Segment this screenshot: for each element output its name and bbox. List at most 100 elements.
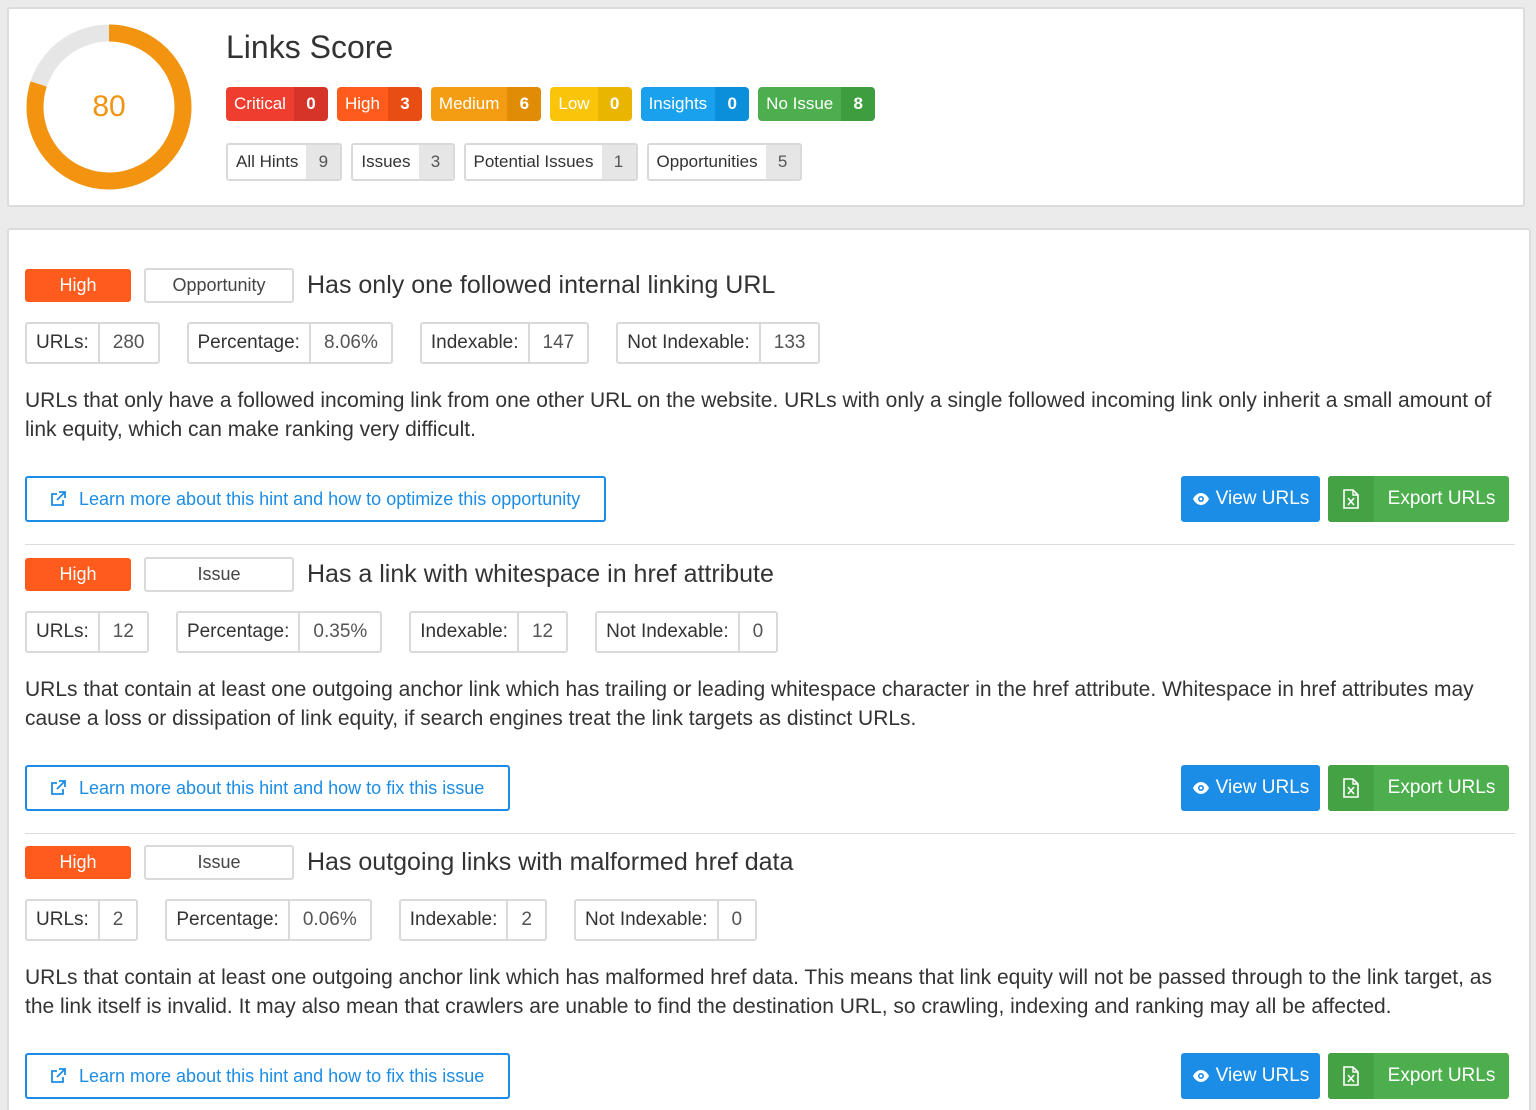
stat-indexable: Indexable: 2 bbox=[398, 899, 547, 941]
stat-label: Indexable: bbox=[422, 324, 530, 362]
learn-more-link[interactable]: Learn more about this hint and how to op… bbox=[25, 476, 607, 522]
hint-title: Has only one followed internal linking U… bbox=[307, 270, 776, 299]
filter-potential-issues[interactable]: Potential Issues 1 bbox=[463, 143, 638, 181]
filter-count: 5 bbox=[765, 145, 800, 179]
stat-label: Percentage: bbox=[167, 901, 290, 939]
filter-count: 3 bbox=[418, 145, 453, 179]
severity-label: Critical bbox=[226, 87, 294, 121]
severity-label: No Issue bbox=[758, 87, 842, 121]
view-urls-label: View URLs bbox=[1215, 488, 1310, 509]
filter-opportunities[interactable]: Opportunities 5 bbox=[646, 143, 802, 181]
external-link-icon bbox=[49, 779, 67, 797]
stat-value: 12 bbox=[112, 621, 134, 642]
priority-badge: High bbox=[25, 268, 131, 302]
stat-not-indexable: Not Indexable: 0 bbox=[573, 899, 758, 941]
hints-panel: High Opportunity Has only one followed i… bbox=[7, 228, 1531, 1110]
priority-badge: High bbox=[25, 845, 131, 879]
hint-title: Has outgoing links with malformed href d… bbox=[307, 847, 794, 876]
view-urls-button[interactable]: View URLs bbox=[1181, 476, 1320, 522]
stat-value: 0 bbox=[731, 909, 743, 930]
view-urls-label: View URLs bbox=[1215, 777, 1310, 798]
stat-label: Indexable: bbox=[401, 901, 509, 939]
stat-percentage: Percentage: 8.06% bbox=[186, 322, 393, 364]
stat-urls: URLs: 2 bbox=[25, 899, 139, 941]
stat-percentage: Percentage: 0.35% bbox=[175, 611, 383, 653]
stat-label: Indexable: bbox=[411, 613, 519, 651]
stat-value: 12 bbox=[531, 621, 554, 642]
export-urls-label: Export URLs bbox=[1387, 1065, 1496, 1086]
filter-all-hints[interactable]: All Hints 9 bbox=[226, 143, 343, 181]
stat-value: 133 bbox=[773, 332, 806, 353]
stat-value: 0.35% bbox=[313, 621, 368, 642]
hint-description: URLs that only have a followed incoming … bbox=[25, 389, 1492, 441]
external-link-icon bbox=[49, 1067, 67, 1085]
stat-label: URLs: bbox=[27, 901, 100, 939]
export-urls-button[interactable]: Export URLs bbox=[1328, 1053, 1509, 1099]
hint-header: High Opportunity Has only one followed i… bbox=[25, 267, 776, 303]
view-urls-button[interactable]: View URLs bbox=[1181, 1053, 1320, 1099]
severity-label: High bbox=[336, 87, 388, 121]
filter-label: Opportunities bbox=[648, 145, 766, 179]
stat-label: Not Indexable: bbox=[576, 901, 719, 939]
severity-medium[interactable]: Medium 6 bbox=[430, 87, 542, 121]
filter-count: 1 bbox=[601, 145, 636, 179]
stat-value: 147 bbox=[542, 332, 575, 353]
stat-label: URLs: bbox=[27, 324, 100, 362]
view-urls-button[interactable]: View URLs bbox=[1181, 765, 1320, 811]
severity-count: 0 bbox=[597, 87, 632, 121]
stat-value: 2 bbox=[521, 909, 532, 930]
stat-indexable: Indexable: 147 bbox=[419, 322, 590, 364]
export-urls-label: Export URLs bbox=[1387, 777, 1496, 798]
severity-low[interactable]: Low 0 bbox=[550, 87, 632, 121]
priority-badge: High bbox=[25, 557, 131, 591]
stat-percentage: Percentage: 0.06% bbox=[165, 899, 372, 941]
stat-urls: URLs: 12 bbox=[25, 611, 149, 653]
score-ring: 80 bbox=[25, 23, 193, 191]
filter-count: 9 bbox=[306, 145, 341, 179]
filter-label: Potential Issues bbox=[465, 145, 602, 179]
stat-value: 8.06% bbox=[323, 332, 378, 353]
learn-more-label: Learn more about this hint and how to fi… bbox=[79, 1065, 485, 1086]
hint-divider bbox=[25, 544, 1515, 545]
stat-indexable: Indexable: 12 bbox=[409, 611, 569, 653]
hint-description: URLs that contain at least one outgoing … bbox=[25, 966, 1492, 1018]
severity-insights[interactable]: Insights 0 bbox=[640, 87, 750, 121]
stat-label: URLs: bbox=[27, 613, 100, 651]
severity-label: Medium bbox=[430, 87, 508, 121]
severity-critical[interactable]: Critical 0 bbox=[226, 87, 328, 121]
severity-no-issue[interactable]: No Issue 8 bbox=[758, 87, 876, 121]
hint-filters: All Hints 9 Issues 3 Potential Issues 1 … bbox=[226, 143, 802, 181]
excel-file-icon bbox=[1328, 1053, 1374, 1099]
hint-title: Has a link with whitespace in href attri… bbox=[307, 559, 774, 588]
hint-header: High Issue Has outgoing links with malfo… bbox=[25, 844, 794, 880]
stat-label: Percentage: bbox=[189, 324, 311, 362]
excel-file-icon bbox=[1328, 765, 1374, 811]
severity-count: 8 bbox=[841, 87, 876, 121]
stat-not-indexable: Not Indexable: 0 bbox=[595, 611, 779, 653]
export-urls-label: Export URLs bbox=[1387, 488, 1496, 509]
excel-file-icon bbox=[1328, 476, 1374, 522]
learn-more-label: Learn more about this hint and how to fi… bbox=[79, 777, 485, 798]
hint-stats: URLs: 280 Percentage: 8.06% Indexable: 1… bbox=[25, 322, 847, 364]
hint-divider bbox=[25, 833, 1515, 834]
hint-type-badge: Opportunity bbox=[144, 267, 294, 303]
stat-value: 0.06% bbox=[302, 909, 357, 930]
learn-more-link[interactable]: Learn more about this hint and how to fi… bbox=[25, 765, 511, 811]
export-urls-button[interactable]: Export URLs bbox=[1328, 476, 1509, 522]
severity-high[interactable]: High 3 bbox=[336, 87, 422, 121]
hint-description: URLs that contain at least one outgoing … bbox=[25, 678, 1474, 730]
learn-more-link[interactable]: Learn more about this hint and how to fi… bbox=[25, 1053, 511, 1099]
hint-card: High Opportunity Has only one followed i… bbox=[25, 267, 1515, 556]
export-urls-button[interactable]: Export URLs bbox=[1328, 765, 1509, 811]
severity-count: 6 bbox=[507, 87, 542, 121]
stat-value: 2 bbox=[112, 909, 124, 930]
hint-card: High Issue Has outgoing links with malfo… bbox=[25, 844, 1515, 1110]
filter-label: All Hints bbox=[228, 145, 307, 179]
hint-stats: URLs: 2 Percentage: 0.06% Indexable: 2 N… bbox=[25, 899, 784, 941]
severity-count: 0 bbox=[715, 87, 750, 121]
hint-card: High Issue Has a link with whitespace in… bbox=[25, 556, 1515, 845]
severity-label: Low bbox=[550, 87, 598, 121]
eye-icon bbox=[1192, 492, 1210, 506]
stat-value: 280 bbox=[112, 332, 145, 353]
filter-issues[interactable]: Issues 3 bbox=[351, 143, 455, 181]
